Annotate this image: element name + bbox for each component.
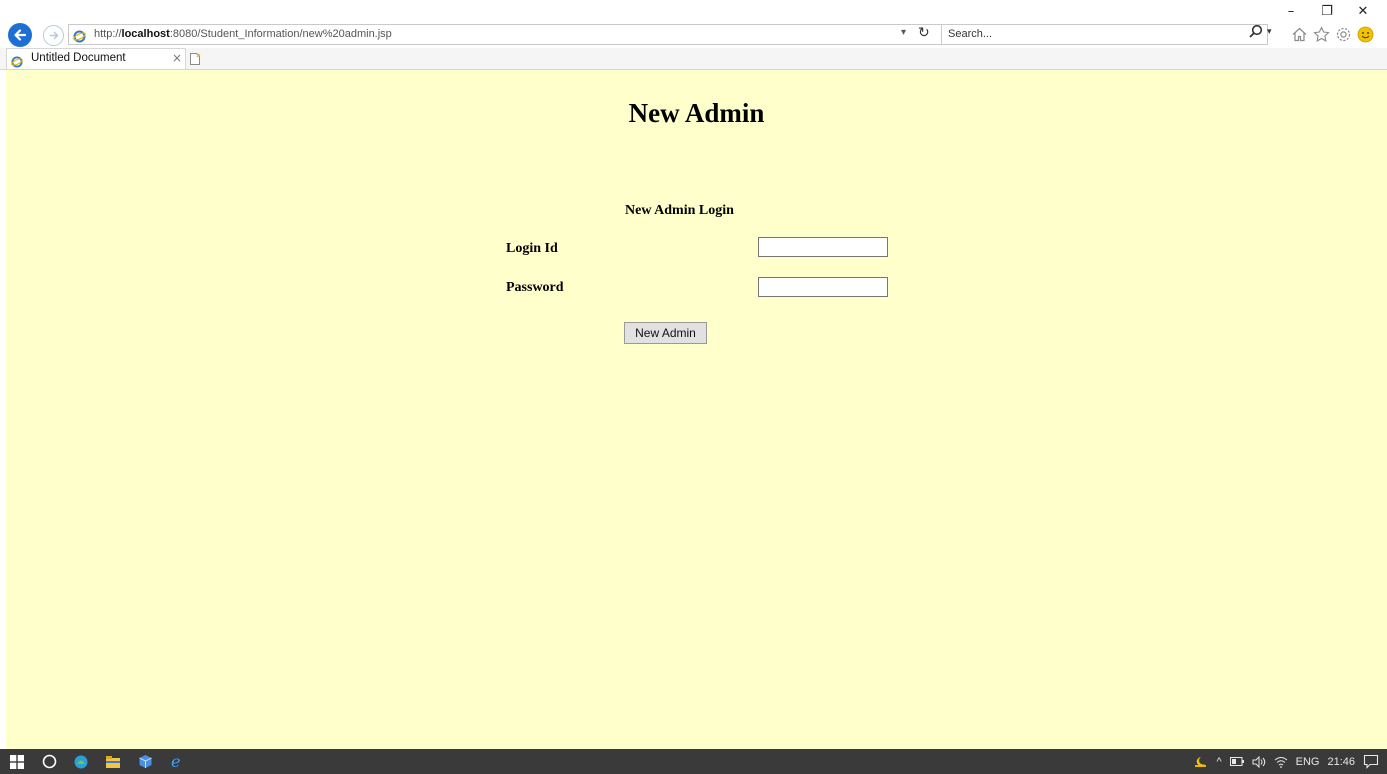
taskbar: e ^ ENG 21:46 [0,749,1387,774]
app-launcher-icon[interactable] [72,753,90,771]
refresh-icon[interactable]: ↻ [918,25,930,41]
wifi-icon[interactable] [1274,756,1288,768]
tab-close-icon[interactable]: × [172,51,182,65]
new-tab-icon[interactable] [188,51,202,65]
taskbar-apps: e [8,749,186,774]
url-path: :8080/Student_Information/new%20admin.js… [169,28,392,40]
address-bar[interactable]: http://localhost:8080/Student_Informatio… [68,24,945,45]
address-dropdown-icon[interactable]: ▾ [901,27,906,38]
login-id-input[interactable] [758,237,888,257]
volume-icon[interactable] [1252,755,1266,768]
navigation-bar: http://localhost:8080/Student_Informatio… [0,21,1387,48]
language-indicator[interactable]: ENG [1296,756,1320,768]
tab-untitled-document[interactable]: Untitled Document × [6,48,186,69]
window-controls: – ❐ ✕ [1273,2,1381,20]
search-placeholder: Search... [948,28,993,40]
page-content: New Admin New Admin Login Login Id Passw… [6,70,1387,749]
ie-page-icon [73,28,86,47]
back-arrow-icon [14,29,27,41]
search-icon[interactable] [1248,24,1263,43]
search-dropdown-icon[interactable]: ▾ [1267,27,1272,37]
home-icon[interactable] [1290,25,1308,43]
password-input[interactable] [758,277,888,297]
store-cube-icon[interactable] [136,753,154,771]
minimize-button[interactable]: – [1273,2,1309,20]
tray-expand-icon[interactable]: ^ [1216,756,1221,768]
svg-text:e: e [171,753,180,770]
feedback-smiley-icon[interactable] [1356,25,1374,43]
toolbar-icons [1290,25,1374,43]
close-window-button[interactable]: ✕ [1345,2,1381,20]
back-button[interactable] [8,23,32,47]
search-input[interactable]: Search... [941,24,1268,45]
system-tray: ^ ENG 21:46 [1192,749,1379,774]
battery-icon[interactable] [1229,757,1244,766]
url-text[interactable]: http://localhost:8080/Student_Informatio… [94,28,392,40]
url-prefix: http:// [94,28,122,40]
forward-button[interactable] [43,25,64,46]
favorites-star-icon[interactable] [1312,25,1330,43]
tab-bar: Untitled Document × [0,48,1387,70]
forward-arrow-icon [50,31,59,40]
settings-gear-icon[interactable] [1334,25,1352,43]
start-windows-icon[interactable] [8,753,26,771]
password-label: Password [506,280,564,295]
new-admin-submit-button[interactable]: New Admin [624,322,707,344]
url-host: localhost [121,28,170,40]
login-id-label: Login Id [506,241,558,256]
page-title: New Admin [628,98,765,128]
weather-night-icon[interactable] [1192,754,1208,770]
cortana-search-icon[interactable] [40,753,58,771]
restore-button[interactable]: ❐ [1309,2,1345,20]
form-title: New Admin Login [625,203,734,218]
internet-explorer-taskbar-icon[interactable]: e [168,753,186,771]
clock-time[interactable]: 21:46 [1327,756,1355,768]
notification-center-icon[interactable] [1363,754,1379,769]
tab-title: Untitled Document [31,52,126,64]
file-explorer-icon[interactable] [104,753,122,771]
